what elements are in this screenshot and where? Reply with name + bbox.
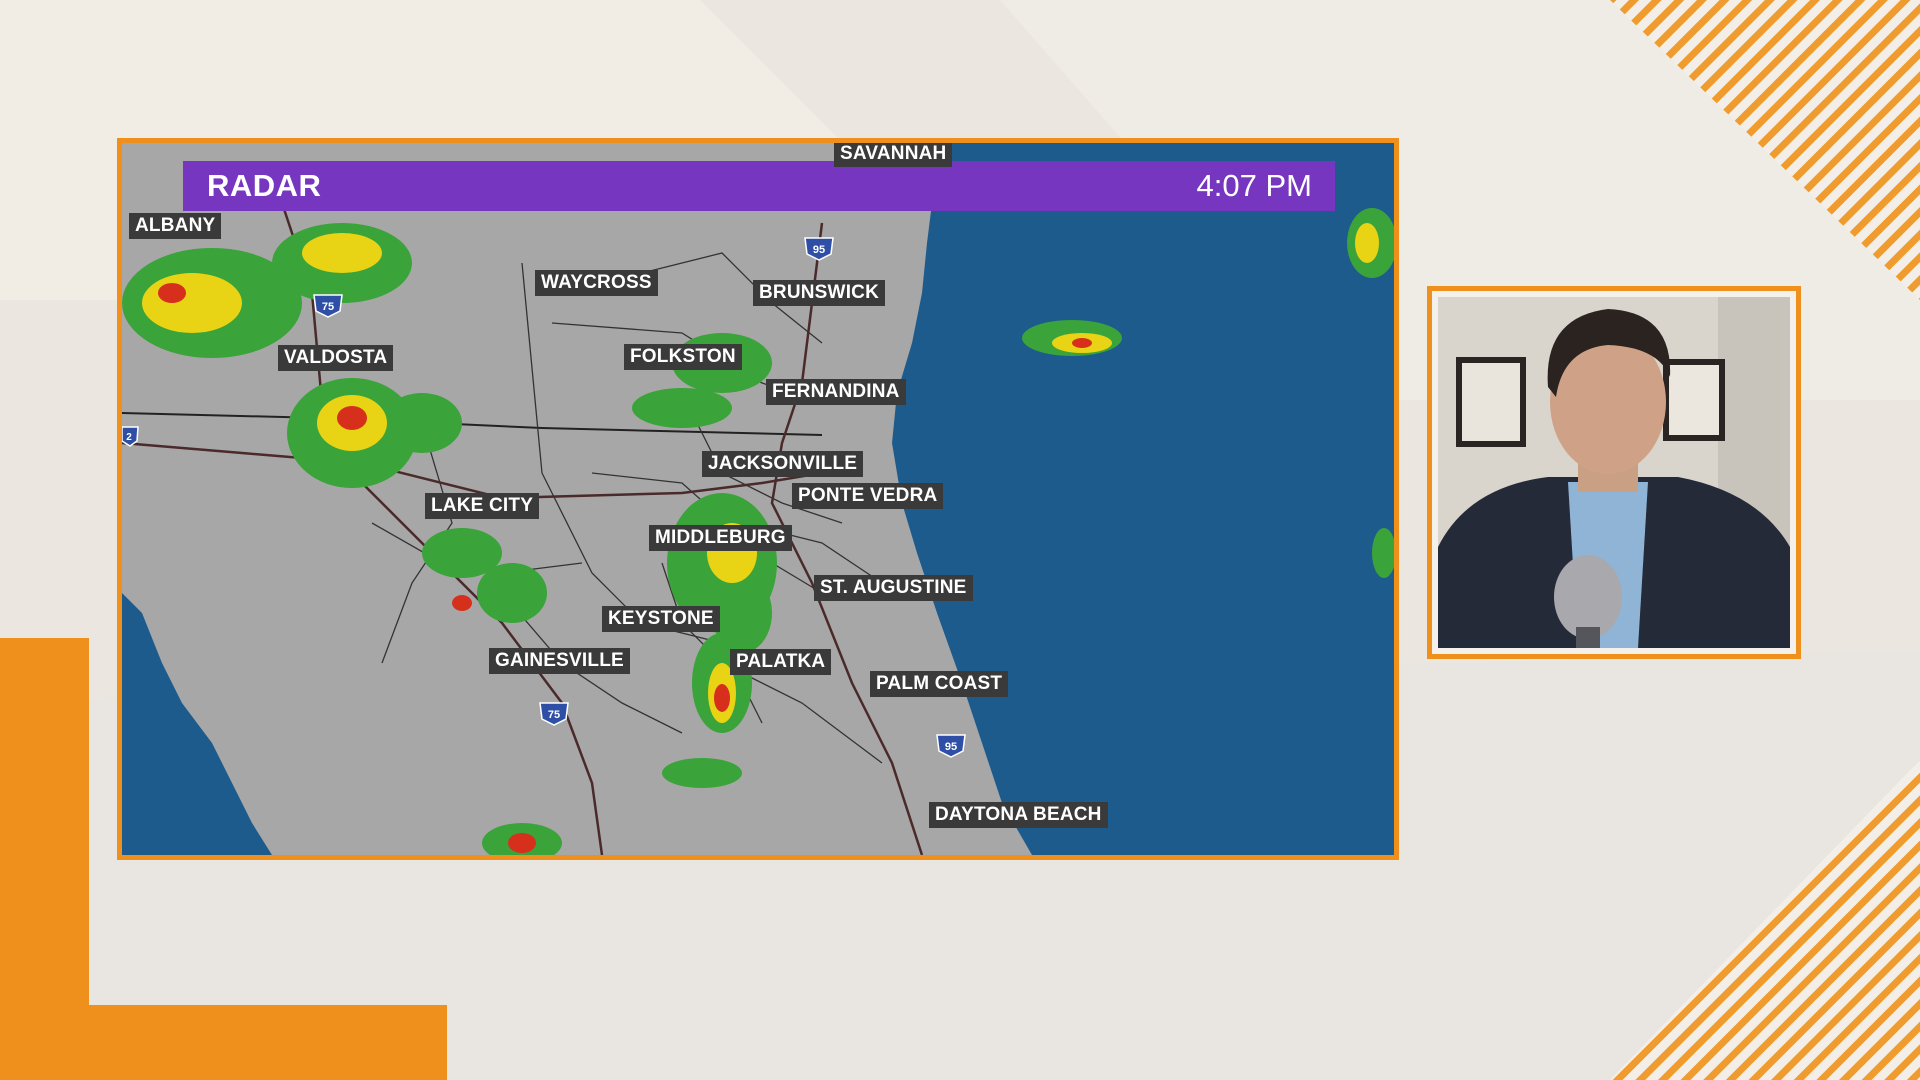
city-label-albany: ALBANY [129, 213, 222, 239]
city-label-palatka: PALATKA [730, 649, 832, 675]
radar-title-bar: RADAR 4:07 PM [183, 161, 1335, 211]
city-label-brunswick: BRUNSWICK [753, 280, 886, 306]
city-label-st-augustine: ST. AUGUSTINE [814, 575, 973, 601]
city-label-keystone: KEYSTONE [602, 606, 720, 632]
city-label-fernandina: FERNANDINA [766, 379, 906, 405]
city-label-daytona-beach: DAYTONA BEACH [929, 802, 1108, 828]
radar-map: 75 75 95 95 2 [122, 143, 1394, 855]
city-label-savannah: SAVANNAH [834, 143, 953, 167]
city-label-jacksonville: JACKSONVILLE [702, 451, 864, 477]
city-label-ponte-vedra: PONTE VEDRA [792, 483, 944, 509]
radar-time: 4:07 PM [1196, 168, 1312, 203]
presenter-video-panel [1427, 286, 1801, 659]
svg-text:75: 75 [548, 709, 560, 721]
city-label-lake-city: LAKE CITY [425, 493, 540, 519]
city-label-folkston: FOLKSTON [624, 344, 742, 370]
svg-text:95: 95 [945, 741, 957, 753]
city-label-valdosta: VALDOSTA [278, 345, 394, 371]
city-label-waycross: WAYCROSS [535, 270, 658, 296]
svg-text:95: 95 [813, 244, 825, 256]
presenter-image [1438, 297, 1790, 648]
presenter-video [1438, 297, 1790, 648]
radar-title: RADAR [207, 168, 322, 203]
radar-map-panel: 75 75 95 95 2 RADAR 4:07 PM SAVANNAH ALB… [117, 138, 1399, 860]
city-label-middleburg: MIDDLEBURG [649, 525, 792, 551]
city-label-gainesville: GAINESVILLE [489, 648, 630, 674]
svg-text:2: 2 [126, 432, 132, 443]
svg-text:75: 75 [322, 301, 334, 313]
city-label-palm-coast: PALM COAST [870, 671, 1009, 697]
